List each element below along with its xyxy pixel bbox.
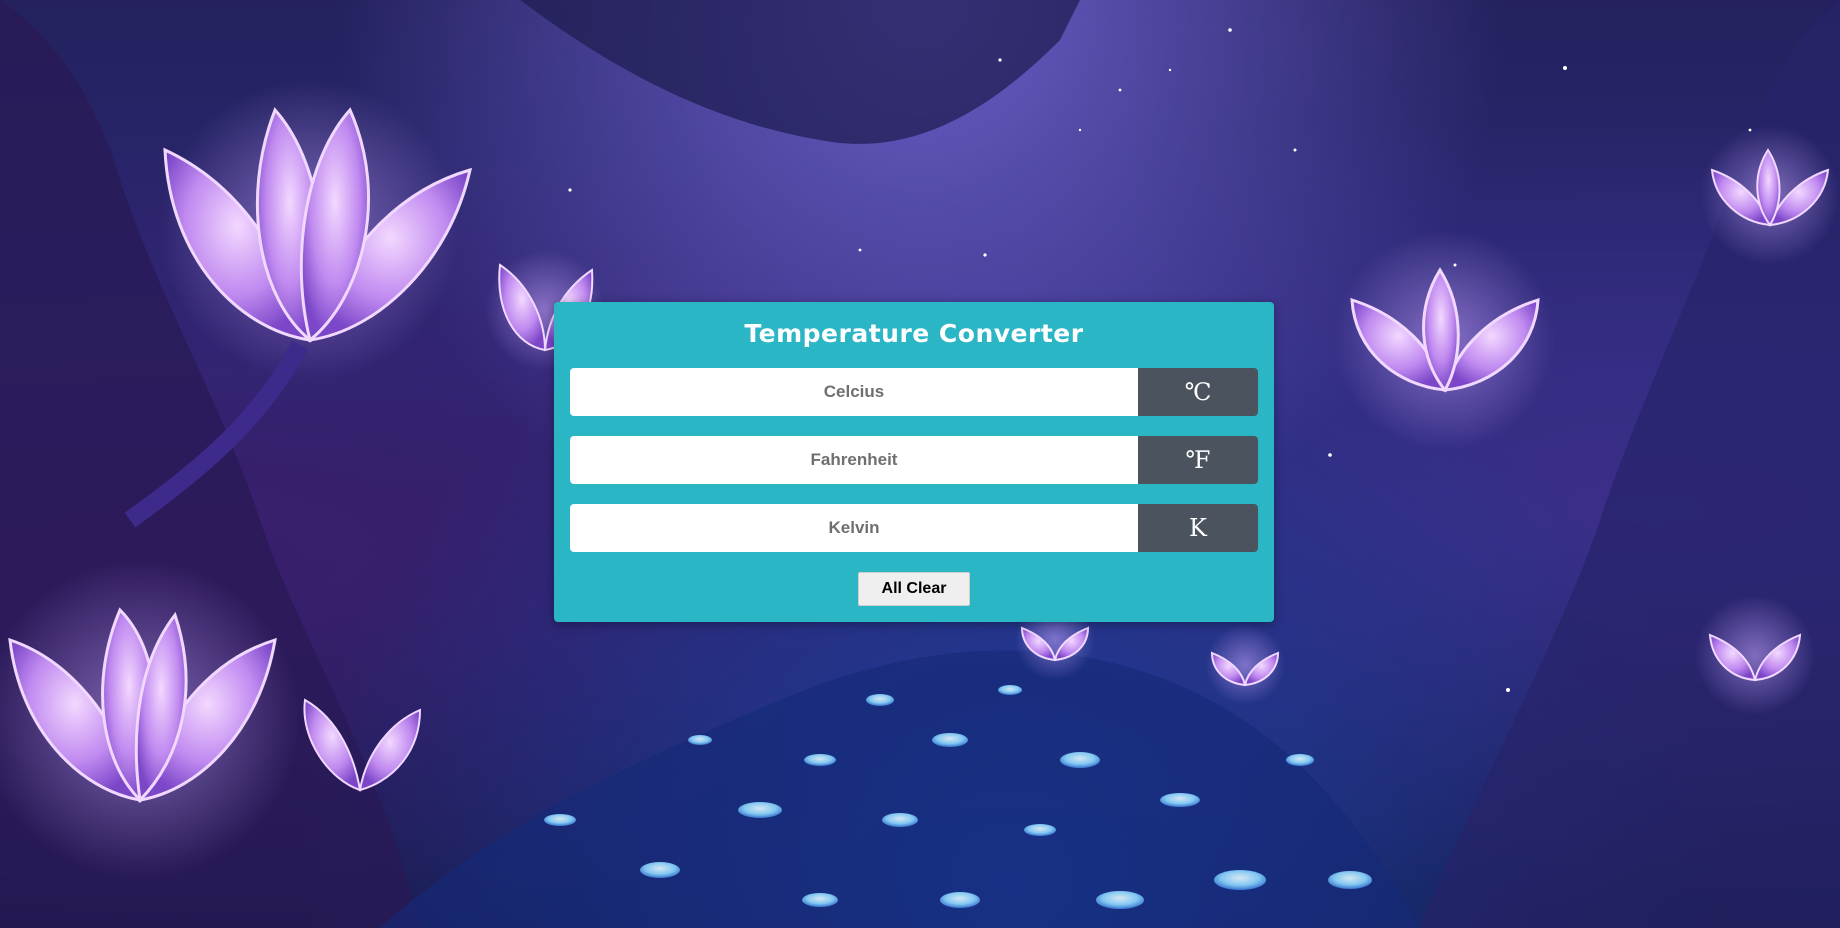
fahrenheit-unit-label: ℉ (1138, 436, 1258, 484)
all-clear-button[interactable]: All Clear (858, 572, 970, 606)
kelvin-unit-label: K (1138, 504, 1258, 552)
celsius-unit-label: ℃ (1138, 368, 1258, 416)
fahrenheit-row: ℉ (570, 436, 1258, 484)
celsius-input[interactable] (570, 368, 1138, 416)
celsius-row: ℃ (570, 368, 1258, 416)
temperature-converter-panel: Temperature Converter ℃ ℉ K All Clear (554, 302, 1274, 622)
kelvin-input[interactable] (570, 504, 1138, 552)
converter-title: Temperature Converter (744, 319, 1084, 348)
fahrenheit-input[interactable] (570, 436, 1138, 484)
kelvin-row: K (570, 504, 1258, 552)
